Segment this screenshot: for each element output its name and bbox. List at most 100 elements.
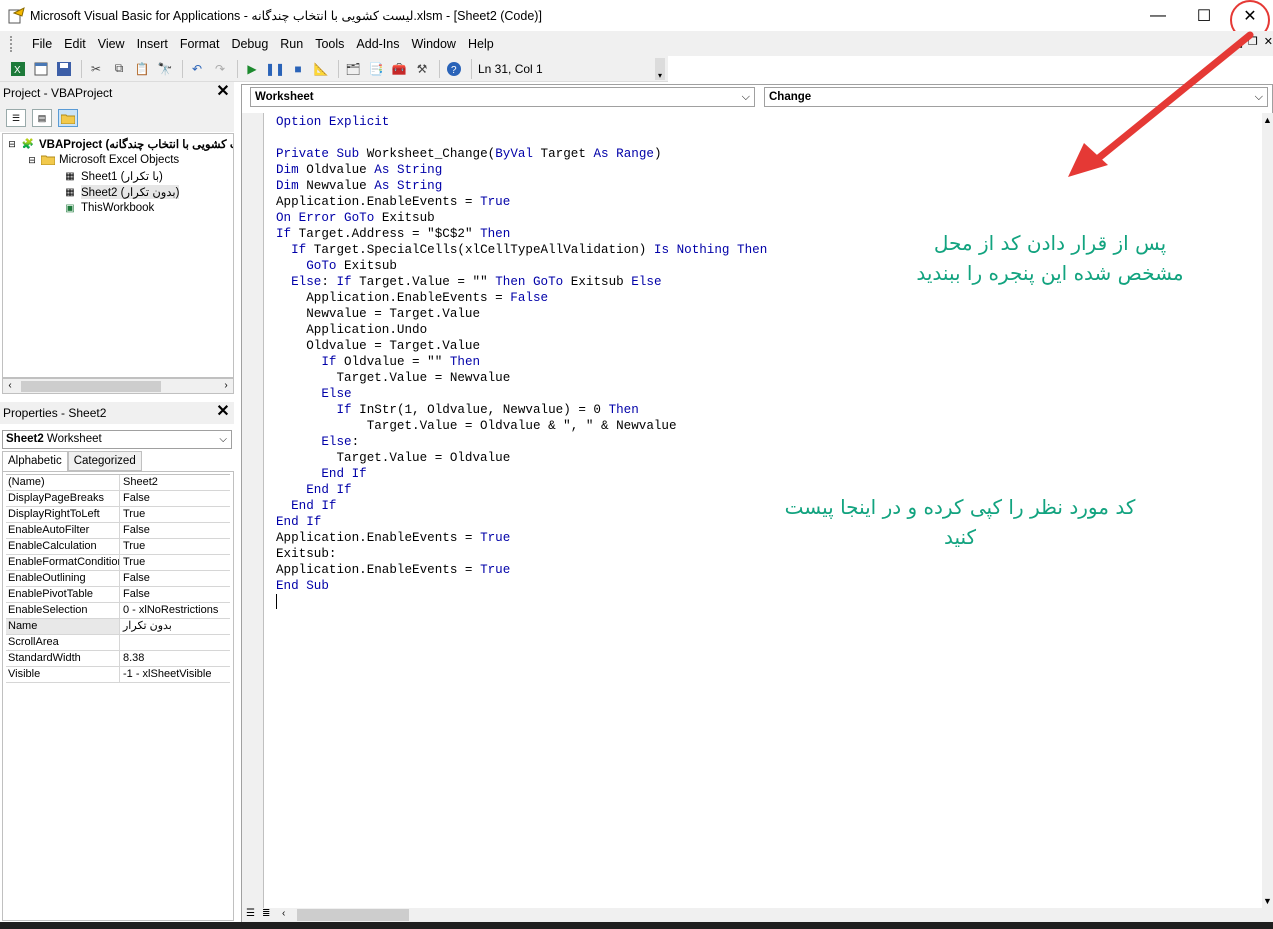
copy-icon[interactable]: ⧉: [109, 59, 129, 79]
code-line[interactable]: End If: [276, 498, 767, 514]
code-line[interactable]: Else:: [276, 434, 767, 450]
property-row[interactable]: (Name) Sheet2: [6, 475, 230, 491]
collapse-icon[interactable]: ⊟: [7, 138, 17, 151]
code-editor[interactable]: Option Explicit Private Sub Worksheet_Cha…: [276, 114, 767, 610]
code-line[interactable]: If Oldvalue = "" Then: [276, 354, 767, 370]
code-line[interactable]: Target.Value = Newvalue: [276, 370, 767, 386]
property-row[interactable]: EnableFormatCondition True: [6, 555, 230, 571]
menu-format[interactable]: Format: [174, 37, 226, 51]
property-row[interactable]: EnableOutlining False: [6, 571, 230, 587]
properties-close-icon[interactable]: ✕: [214, 403, 232, 421]
code-line[interactable]: If Target.Address = "$C$2" Then: [276, 226, 767, 242]
code-line[interactable]: On Error GoTo Exitsub: [276, 210, 767, 226]
code-line[interactable]: Option Explicit: [276, 114, 767, 130]
code-line[interactable]: Newvalue = Target.Value: [276, 306, 767, 322]
cut-icon[interactable]: ✂: [86, 59, 106, 79]
menu-view[interactable]: View: [92, 37, 131, 51]
project-explorer-icon[interactable]: 🗂: [343, 59, 363, 79]
property-row[interactable]: EnableCalculation True: [6, 539, 230, 555]
property-value[interactable]: Sheet2: [120, 475, 230, 490]
property-row[interactable]: EnableSelection 0 - xlNoRestrictions: [6, 603, 230, 619]
run-icon[interactable]: ▶: [242, 59, 262, 79]
full-module-view-icon[interactable]: ≣: [262, 908, 270, 919]
property-value[interactable]: False: [120, 491, 230, 506]
property-value[interactable]: True: [120, 555, 230, 570]
property-row[interactable]: DisplayPageBreaks False: [6, 491, 230, 507]
code-line[interactable]: If Target.SpecialCells(xlCellTypeAllVali…: [276, 242, 767, 258]
toggle-folders-icon[interactable]: [58, 109, 78, 127]
insert-module-icon[interactable]: [31, 59, 51, 79]
code-hscrollbar[interactable]: ☰ ≣ ‹: [242, 908, 1273, 922]
property-value[interactable]: False: [120, 587, 230, 602]
code-line[interactable]: Private Sub Worksheet_Change(ByVal Targe…: [276, 146, 767, 162]
code-line[interactable]: End If: [276, 514, 767, 530]
code-line[interactable]: Target.Value = Oldvalue & ", " & Newvalu…: [276, 418, 767, 434]
property-value[interactable]: True: [120, 539, 230, 554]
properties-window-icon[interactable]: 📑: [366, 59, 386, 79]
view-code-icon[interactable]: ☰: [6, 109, 26, 127]
menu-help[interactable]: Help: [462, 37, 500, 51]
menu-window[interactable]: Window: [406, 37, 462, 51]
menu-file[interactable]: File: [26, 37, 58, 51]
scroll-thumb[interactable]: [21, 381, 161, 392]
scroll-right-icon[interactable]: ›: [219, 379, 233, 393]
code-line[interactable]: Application.Undo: [276, 322, 767, 338]
code-line[interactable]: If InStr(1, Oldvalue, Newvalue) = 0 Then: [276, 402, 767, 418]
code-line[interactable]: Application.EnableEvents = True: [276, 562, 767, 578]
code-vscrollbar[interactable]: ▲ ▼: [1262, 113, 1273, 908]
code-line[interactable]: End If: [276, 482, 767, 498]
code-line[interactable]: Application.EnableEvents = True: [276, 530, 767, 546]
property-value[interactable]: False: [120, 571, 230, 586]
code-line[interactable]: GoTo Exitsub: [276, 258, 767, 274]
property-row[interactable]: ScrollArea: [6, 635, 230, 651]
view-object-icon[interactable]: ▤: [32, 109, 52, 127]
design-mode-icon[interactable]: 📐: [311, 59, 331, 79]
toolbox-icon[interactable]: ⚒: [412, 59, 432, 79]
property-value[interactable]: 8.38: [120, 651, 230, 666]
property-row[interactable]: Visible -1 - xlSheetVisible: [6, 667, 230, 683]
code-line[interactable]: Application.EnableEvents = True: [276, 194, 767, 210]
property-value[interactable]: 0 - xlNoRestrictions: [120, 603, 230, 618]
scroll-thumb[interactable]: [297, 909, 409, 921]
code-line[interactable]: End Sub: [276, 578, 767, 594]
collapse-icon[interactable]: ⊟: [27, 154, 37, 167]
properties-object-select[interactable]: Sheet2 Worksheet ⌵: [2, 430, 232, 449]
code-line[interactable]: Dim Oldvalue As String: [276, 162, 767, 178]
procedure-view-icon[interactable]: ☰: [246, 908, 255, 919]
code-line[interactable]: Application.EnableEvents = False: [276, 290, 767, 306]
menu-insert[interactable]: Insert: [131, 37, 174, 51]
code-line[interactable]: Dim Newvalue As String: [276, 178, 767, 194]
project-hscrollbar[interactable]: ‹ ›: [2, 378, 234, 394]
tree-node-excel-objects[interactable]: ⊟ Microsoft Excel Objects: [27, 152, 179, 168]
help-icon[interactable]: ?: [444, 59, 464, 79]
break-icon[interactable]: ❚❚: [265, 59, 285, 79]
tree-node-sheet2[interactable]: ▦ Sheet2 (بدون تکرار): [63, 184, 180, 200]
property-row[interactable]: DisplayRightToLeft True: [6, 507, 230, 523]
property-row[interactable]: EnableAutoFilter False: [6, 523, 230, 539]
undo-icon[interactable]: ↶: [187, 59, 207, 79]
property-value[interactable]: [120, 635, 230, 650]
redo-icon[interactable]: ↷: [210, 59, 230, 79]
menu-tools[interactable]: Tools: [309, 37, 350, 51]
object-browser-icon[interactable]: 🧰: [389, 59, 409, 79]
tab-alphabetic[interactable]: Alphabetic: [2, 451, 68, 471]
tree-node-vbaproject[interactable]: ⊟ 🧩 VBAProject (لیست کشویی با انتخاب چند…: [7, 136, 233, 152]
code-line[interactable]: Else: If Target.Value = "" Then GoTo Exi…: [276, 274, 767, 290]
project-close-icon[interactable]: ✕: [214, 83, 232, 101]
menu-debug[interactable]: Debug: [225, 37, 274, 51]
code-line[interactable]: Oldvalue = Target.Value: [276, 338, 767, 354]
property-value[interactable]: True: [120, 507, 230, 522]
code-line[interactable]: End If: [276, 466, 767, 482]
property-row[interactable]: StandardWidth 8.38: [6, 651, 230, 667]
code-line[interactable]: Else: [276, 386, 767, 402]
code-line[interactable]: Exitsub:: [276, 546, 767, 562]
object-combo[interactable]: Worksheet ⌵: [250, 87, 755, 107]
view-excel-icon[interactable]: X: [8, 59, 28, 79]
tree-node-sheet1[interactable]: ▦ Sheet1 (با تکرار): [63, 168, 163, 184]
chevron-down-icon[interactable]: ⌵: [219, 431, 227, 448]
property-value[interactable]: بدون تکرار: [120, 619, 230, 634]
menu-addins[interactable]: Add-Ins: [350, 37, 405, 51]
paste-icon[interactable]: 📋: [132, 59, 152, 79]
scroll-left-icon[interactable]: ‹: [3, 379, 17, 393]
code-line[interactable]: Target.Value = Oldvalue: [276, 450, 767, 466]
